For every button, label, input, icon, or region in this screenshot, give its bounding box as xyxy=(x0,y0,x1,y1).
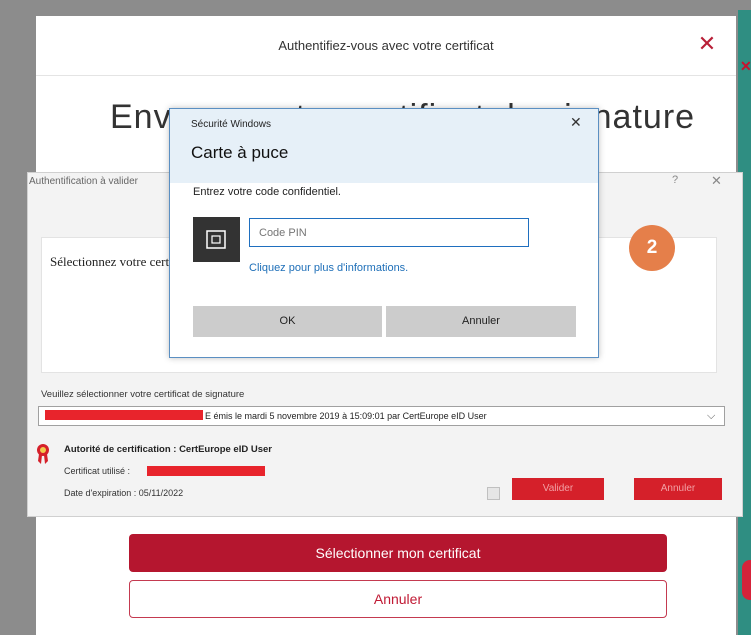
redaction-bar xyxy=(45,410,203,420)
certificate-select-value: E émis le mardi 5 novembre 2019 à 15:09:… xyxy=(205,411,487,421)
smart-card-heading: Carte à puce xyxy=(191,143,289,162)
select-certificate-button[interactable]: Sélectionner mon certificat xyxy=(129,534,667,572)
background-close-icon: ✕ xyxy=(740,58,751,74)
certificate-select[interactable]: E émis le mardi 5 novembre 2019 à 15:09:… xyxy=(38,406,725,426)
windows-security-title: Sécurité Windows xyxy=(191,119,272,130)
modal-cancel-button[interactable]: Annuler xyxy=(129,580,667,618)
confirm-checkbox[interactable] xyxy=(487,487,500,500)
step-number-badge: 2 xyxy=(629,225,675,271)
auth-cancel-button[interactable]: Annuler xyxy=(634,478,722,500)
auth-close-icon[interactable]: ✕ xyxy=(711,173,725,189)
smart-card-icon xyxy=(193,217,240,262)
windows-cancel-button[interactable]: Annuler xyxy=(386,306,576,337)
certificate-used-label: Certificat utilisé : xyxy=(64,466,131,476)
more-info-link[interactable]: Cliquez pour plus d'informations. xyxy=(249,262,499,277)
redaction-bar xyxy=(147,466,265,476)
pin-input[interactable] xyxy=(249,218,529,247)
award-ribbon-icon xyxy=(37,444,49,464)
ok-button[interactable]: OK xyxy=(193,306,382,337)
certificate-authority-label: Autorité de certification : CertEurope e… xyxy=(64,444,272,455)
certificate-expiry: Date d'expiration : 05/11/2022 xyxy=(64,488,184,498)
pin-prompt: Entrez votre code confidentiel. xyxy=(193,186,341,198)
modal-close-icon[interactable]: ✕ xyxy=(695,30,719,58)
help-icon[interactable]: ? xyxy=(672,174,686,190)
auth-prompt-text: Sélectionnez votre certificat xyxy=(50,254,170,269)
windows-close-icon[interactable]: ✕ xyxy=(570,114,586,132)
certificate-select-label: Veuillez sélectionner votre certificat d… xyxy=(41,389,245,400)
background-decoration xyxy=(742,560,751,600)
modal-title: Authentifiez-vous avec votre certificat xyxy=(36,16,736,76)
validate-button[interactable]: Valider xyxy=(512,478,604,500)
chevron-down-icon[interactable]: ⌵ xyxy=(707,407,721,425)
